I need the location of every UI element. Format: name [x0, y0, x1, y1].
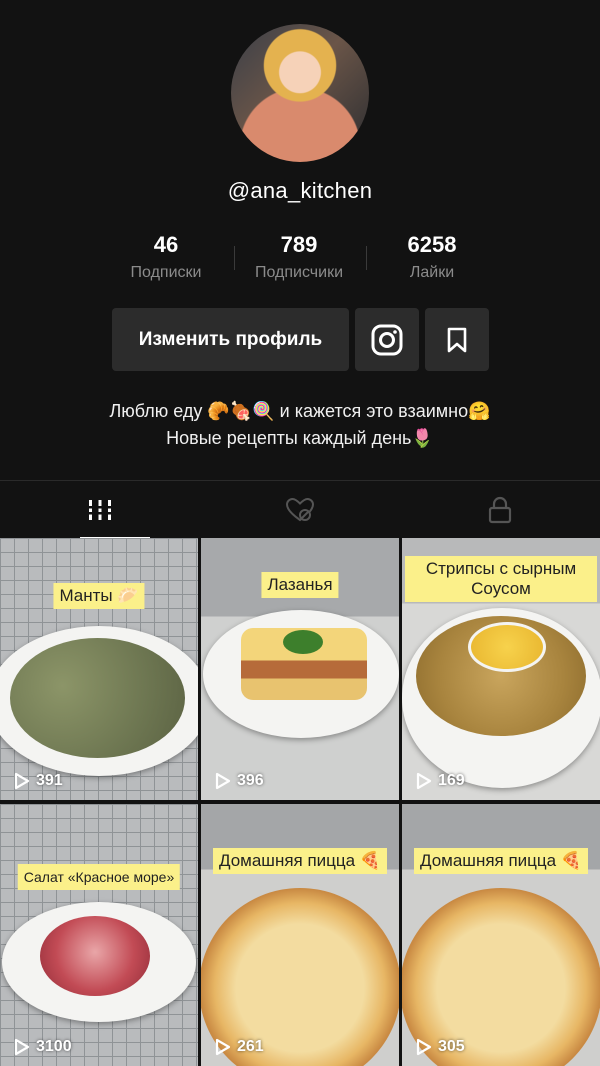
- stat-likes[interactable]: 6258 Лайки: [367, 232, 497, 282]
- video-thumbnail[interactable]: Лазанья 396: [201, 538, 399, 800]
- video-caption: Лазанья: [261, 572, 339, 598]
- video-caption: Стрипсы с сырным Соусом: [405, 556, 597, 602]
- followers-count: 789: [280, 232, 318, 257]
- video-caption: Домашняя пицца 🍕: [213, 848, 387, 874]
- play-icon: [416, 772, 432, 790]
- profile-avatar[interactable]: [231, 24, 369, 162]
- video-caption: Салат «Красное море»: [17, 864, 181, 890]
- play-count-value: 396: [237, 772, 264, 789]
- stat-followers[interactable]: 789 Подписчики: [234, 232, 364, 282]
- video-thumbnail[interactable]: Домашняя пицца 🍕 305: [402, 804, 600, 1066]
- tab-videos[interactable]: [0, 481, 200, 539]
- play-icon: [215, 1038, 231, 1056]
- bio-line: Люблю еду 🥐🍖🍭 и кажется это взаимно🤗: [109, 401, 491, 421]
- bookmarks-button[interactable]: [425, 308, 489, 371]
- grid-icon: [87, 500, 113, 520]
- bookmark-icon: [447, 327, 467, 352]
- liked-hidden-icon: [285, 497, 315, 522]
- video-caption: Манты 🥟: [53, 583, 145, 609]
- bio-line: Новые рецепты каждый день🌷: [166, 428, 434, 448]
- play-icon: [14, 772, 30, 790]
- caption-line: Соусом: [471, 579, 531, 598]
- play-count-value: 3100: [36, 1038, 72, 1055]
- play-count-value: 391: [36, 772, 63, 789]
- stat-following[interactable]: 46 Подписки: [101, 232, 231, 282]
- profile-tabs: [0, 480, 600, 539]
- profile-stats: 46 Подписки 789 Подписчики 6258 Лайки: [0, 232, 600, 292]
- play-icon: [215, 772, 231, 790]
- lock-icon: [488, 496, 512, 524]
- instagram-button[interactable]: [355, 308, 419, 371]
- caption-line: Стрипсы с сырным: [425, 559, 577, 578]
- tab-private[interactable]: [400, 481, 600, 539]
- play-count: 169: [416, 772, 465, 790]
- likes-label: Лайки: [409, 264, 455, 281]
- video-thumbnail[interactable]: Домашняя пицца 🍕 261: [201, 804, 399, 1066]
- play-icon: [14, 1038, 30, 1056]
- play-count: 305: [416, 1038, 465, 1056]
- play-icon: [416, 1038, 432, 1056]
- following-label: Подписки: [130, 264, 202, 281]
- video-thumbnail[interactable]: Стрипсы с сырным Соусом 169: [402, 538, 600, 800]
- instagram-icon: [371, 324, 403, 355]
- play-count-value: 261: [237, 1038, 264, 1055]
- play-count-value: 169: [438, 772, 465, 789]
- video-thumbnail[interactable]: Манты 🥟 391: [0, 538, 198, 800]
- play-count: 391: [14, 772, 63, 790]
- tab-liked[interactable]: [200, 481, 400, 539]
- play-count: 3100: [14, 1038, 72, 1056]
- likes-count: 6258: [407, 232, 457, 257]
- followers-label: Подписчики: [254, 264, 343, 281]
- play-count-value: 305: [438, 1038, 465, 1055]
- play-count: 396: [215, 772, 264, 790]
- video-caption: Домашняя пицца 🍕: [414, 848, 588, 874]
- following-count: 46: [153, 232, 179, 257]
- video-thumbnail[interactable]: Салат «Красное море» 3100: [0, 804, 198, 1066]
- edit-profile-button[interactable]: Изменить профиль: [112, 308, 349, 371]
- play-count: 261: [215, 1038, 264, 1056]
- username: @ana_kitchen: [227, 178, 373, 203]
- profile-bio: Люблю еду 🥐🍖🍭 и кажется это взаимно🤗 Нов…: [0, 398, 600, 452]
